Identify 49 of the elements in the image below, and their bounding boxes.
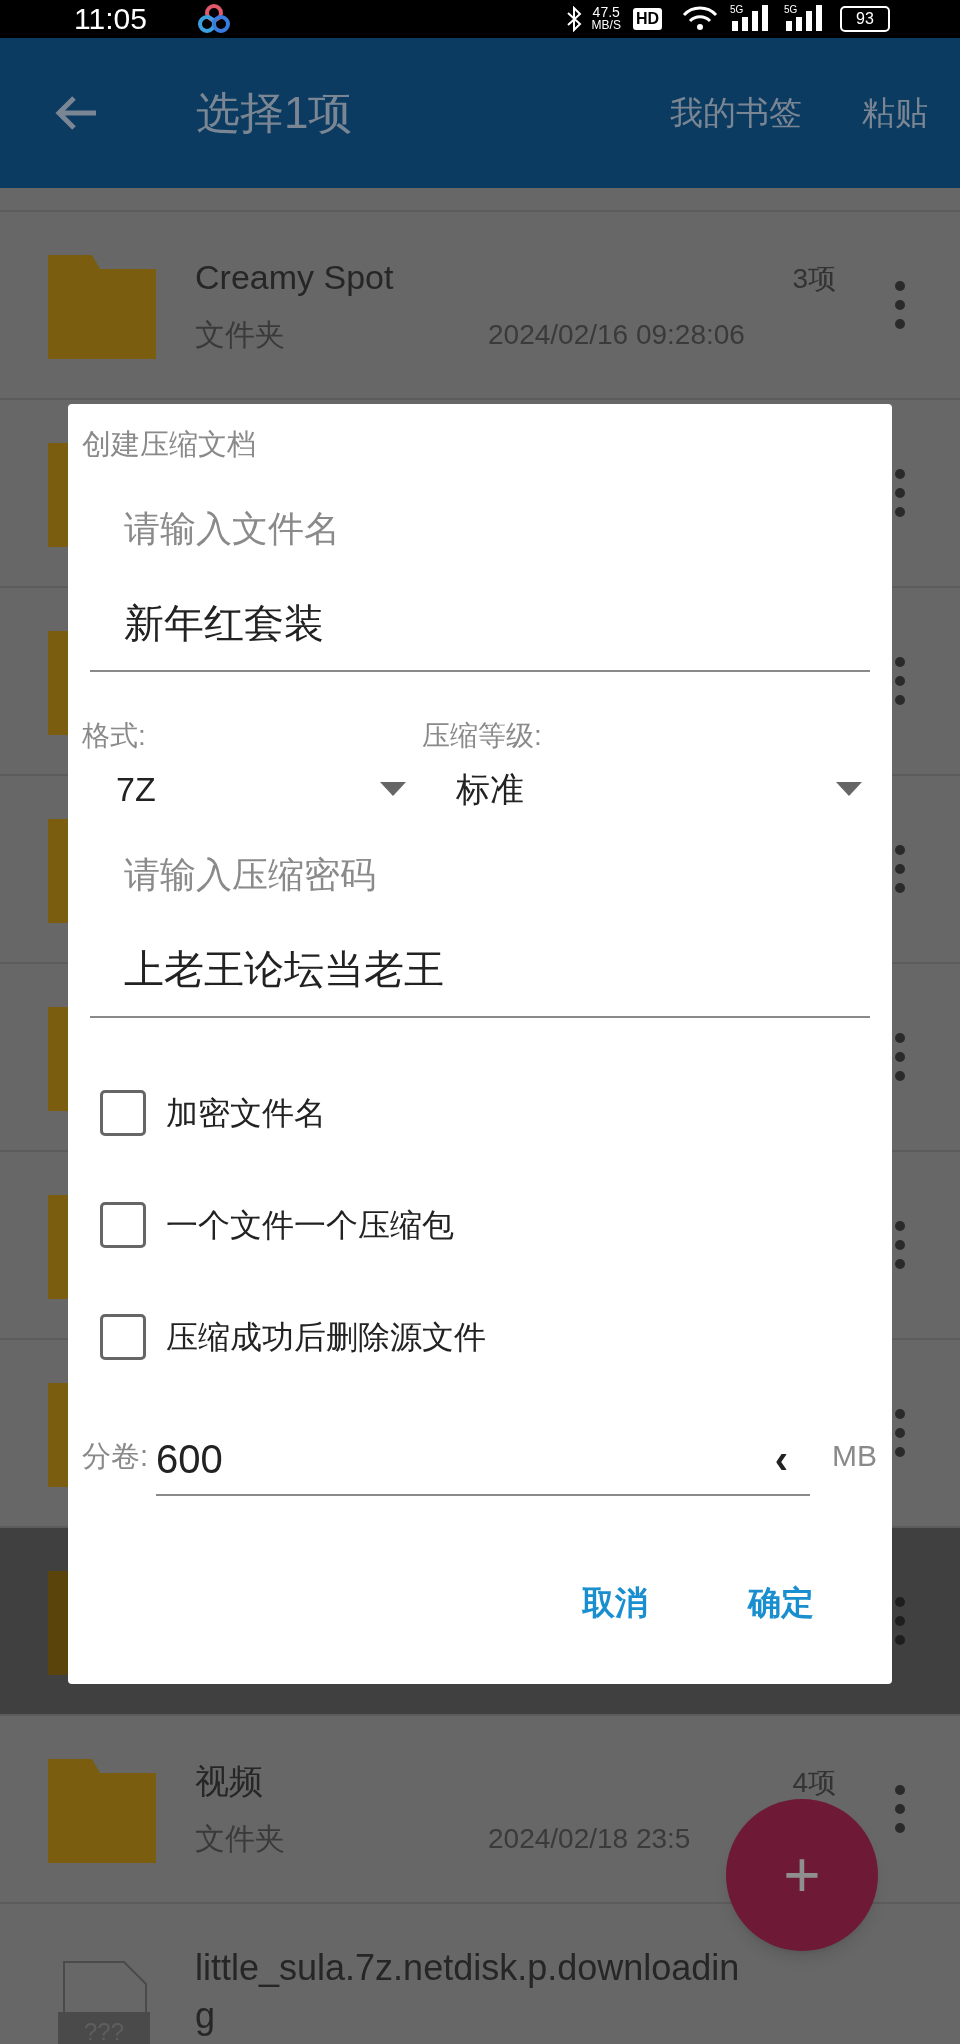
- checkbox[interactable]: [100, 1202, 146, 1248]
- folder-name: Creamy Spot: [195, 257, 394, 298]
- back-arrow-icon[interactable]: [54, 95, 98, 131]
- app-bar-action[interactable]: 我的书签: [670, 88, 802, 138]
- folder-name: 视频: [195, 1761, 263, 1802]
- floating-label: 请输入文件名: [124, 507, 341, 551]
- hd-badge: HD: [632, 8, 662, 30]
- decrement-arrow[interactable]: ‹: [774, 1434, 789, 1484]
- dialog-button[interactable]: 确定: [748, 1578, 814, 1628]
- checkbox-label: 一个文件一个压缩包: [166, 1206, 454, 1245]
- split-label: 分卷:: [82, 1439, 149, 1474]
- app-notification-icon: [196, 4, 231, 34]
- more-options-icon[interactable]: [895, 281, 905, 329]
- status-time: 11:05: [74, 2, 147, 36]
- more-options-icon[interactable]: [895, 1785, 905, 1833]
- wifi-icon: [682, 6, 718, 32]
- more-options-icon[interactable]: [895, 1221, 905, 1269]
- dropdown[interactable]: 标准: [422, 754, 878, 824]
- select-label: 压缩等级:: [422, 719, 543, 753]
- dropdown-caret-icon: [836, 782, 862, 796]
- app-bar-action[interactable]: 粘贴: [862, 88, 928, 138]
- checkbox-label: 压缩成功后删除源文件: [166, 1318, 486, 1357]
- file-row[interactable]: ??? little_sula.7z.netdisk.p.downloading: [0, 1902, 960, 2044]
- app-bar-title: 选择1项: [196, 87, 353, 139]
- dialog-title: 创建压缩文档: [82, 427, 257, 462]
- battery-indicator: 93: [840, 6, 890, 32]
- more-options-icon[interactable]: [895, 845, 905, 893]
- cell-signal: 5G: [784, 5, 826, 33]
- file-name-field[interactable]: 请输入文件名 新年红套装: [90, 504, 870, 672]
- split-size-field[interactable]: 600 ‹: [156, 1434, 811, 1496]
- more-options-icon[interactable]: [895, 1409, 905, 1457]
- checkbox-label: 加密文件名: [166, 1094, 326, 1133]
- dropdown-caret-icon: [380, 782, 406, 796]
- more-options-icon[interactable]: [895, 657, 905, 705]
- network-speed: 47.5 MB/S: [591, 6, 621, 32]
- floating-label: 请输入压缩密码: [124, 853, 377, 897]
- dialog-button[interactable]: 取消: [582, 1578, 648, 1628]
- dropdown[interactable]: 7Z: [82, 754, 422, 824]
- password-field[interactable]: 请输入压缩密码 上老王论坛当老王: [90, 850, 870, 1018]
- more-options-icon[interactable]: [895, 1597, 905, 1645]
- more-options-icon[interactable]: [895, 1033, 905, 1081]
- unit-label: MB: [832, 1438, 878, 1474]
- select-label: 格式:: [82, 719, 147, 753]
- file-icon-label: ???: [58, 2012, 150, 2044]
- checkbox[interactable]: [100, 1090, 146, 1136]
- cell-signal: 5G: [730, 5, 772, 33]
- checkbox[interactable]: [100, 1314, 146, 1360]
- bluetooth-icon: [565, 6, 582, 32]
- more-options-icon[interactable]: [895, 469, 905, 517]
